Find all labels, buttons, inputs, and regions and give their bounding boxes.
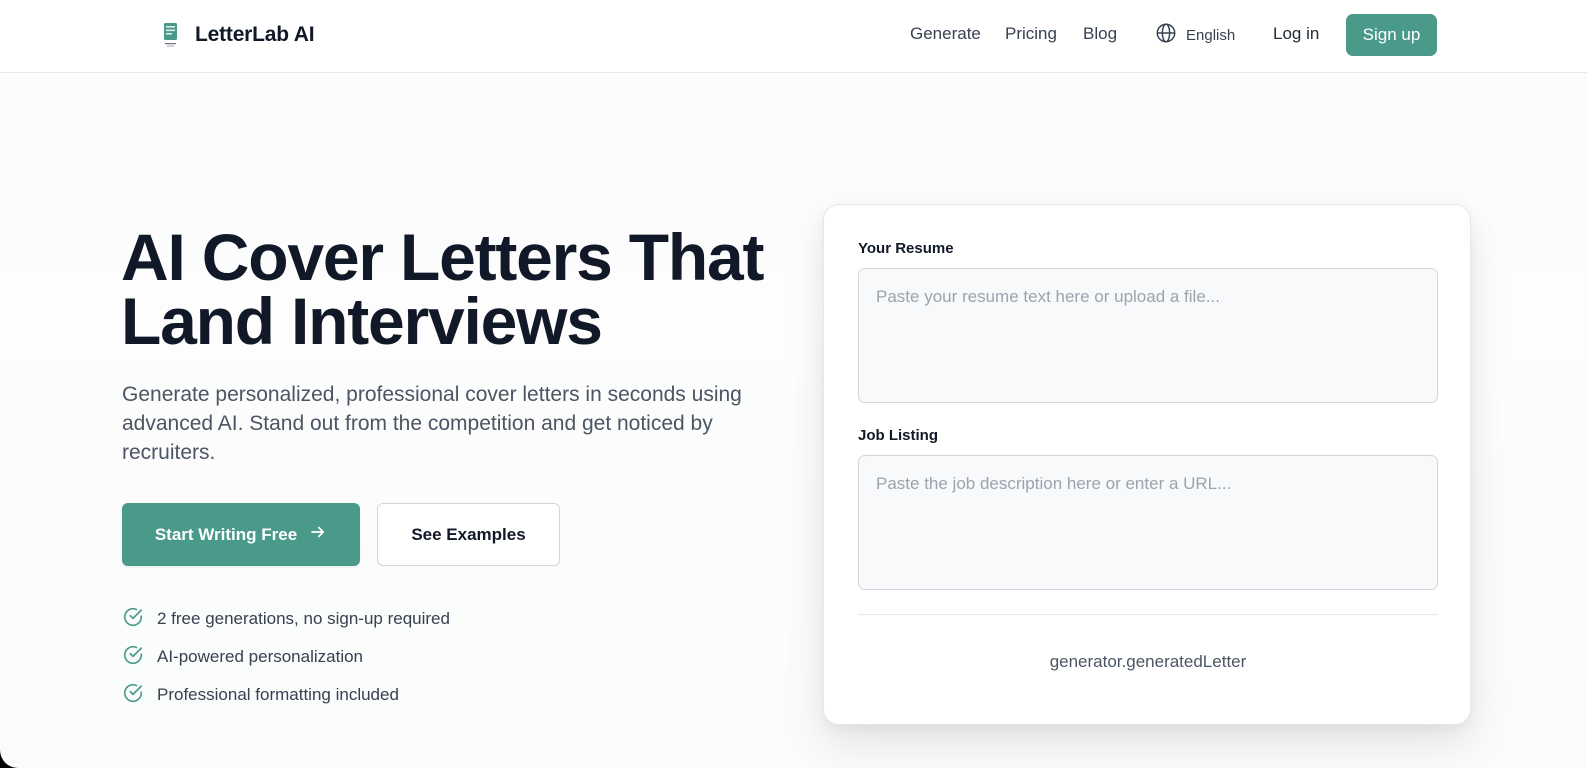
brand-logo-link[interactable]: LetterLab AI <box>163 20 315 50</box>
nav-link-pricing[interactable]: Pricing <box>1005 24 1057 44</box>
top-navbar: LetterLab AI Generate Pricing Blog Engli… <box>0 0 1587 73</box>
check-circle-icon <box>122 644 144 671</box>
hero-title: AI Cover Letters That Land Interviews <box>121 224 801 354</box>
language-label: English <box>1186 26 1236 44</box>
arrow-right-icon <box>309 523 327 546</box>
page: LetterLab AI Generate Pricing Blog Engli… <box>0 0 1587 768</box>
resume-label: Your Resume <box>858 240 954 257</box>
list-item: 2 free generations, no sign-up required <box>122 600 450 638</box>
job-listing-label: Job Listing <box>858 427 938 444</box>
feature-text: 2 free generations, no sign-up required <box>157 609 450 628</box>
start-writing-button[interactable]: Start Writing Free <box>122 503 360 566</box>
hero-subtitle: Generate personalized, professional cove… <box>122 383 742 464</box>
job-listing-input[interactable] <box>858 455 1438 590</box>
login-link[interactable]: Log in <box>1273 24 1319 44</box>
generated-letter-output: generator.generatedLetter <box>1049 652 1247 671</box>
check-circle-icon <box>122 606 144 633</box>
divider <box>858 614 1438 615</box>
feature-text: Professional formatting included <box>157 685 399 704</box>
feature-list: 2 free generations, no sign-up required … <box>122 600 450 714</box>
hero-title-line-1: AI Cover Letters That <box>121 220 764 294</box>
nav-link-generate[interactable]: Generate <box>910 24 981 44</box>
globe-icon <box>1155 22 1177 48</box>
generator-card: Your Resume Job Listing generator.genera… <box>823 204 1471 725</box>
language-selector[interactable]: English <box>1155 22 1235 48</box>
list-item: AI-powered personalization <box>122 638 450 676</box>
see-examples-button[interactable]: See Examples <box>377 503 560 566</box>
start-writing-label: Start Writing Free <box>154 524 298 544</box>
resume-input[interactable] <box>858 268 1438 403</box>
letter-document-icon <box>163 22 179 48</box>
hero-title-line-2: Land Interviews <box>121 284 603 358</box>
list-item: Professional formatting included <box>122 676 450 714</box>
signup-button[interactable]: Sign up <box>1346 14 1437 56</box>
brand-name: LetterLab AI <box>195 23 315 46</box>
feature-text: AI-powered personalization <box>157 647 364 666</box>
nav-link-blog[interactable]: Blog <box>1083 24 1117 44</box>
check-circle-icon <box>122 682 144 709</box>
